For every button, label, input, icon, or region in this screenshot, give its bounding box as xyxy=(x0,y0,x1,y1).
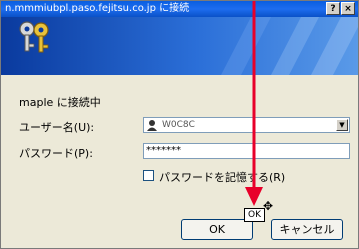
ok-tooltip: OK xyxy=(244,208,265,222)
move-cursor-icon: ✥ xyxy=(263,199,274,213)
connect-dialog: n.mmmiubpl.paso.fejitsu.co.jp に接続 ? × ma… xyxy=(0,0,359,249)
red-arrow-icon xyxy=(245,1,263,206)
